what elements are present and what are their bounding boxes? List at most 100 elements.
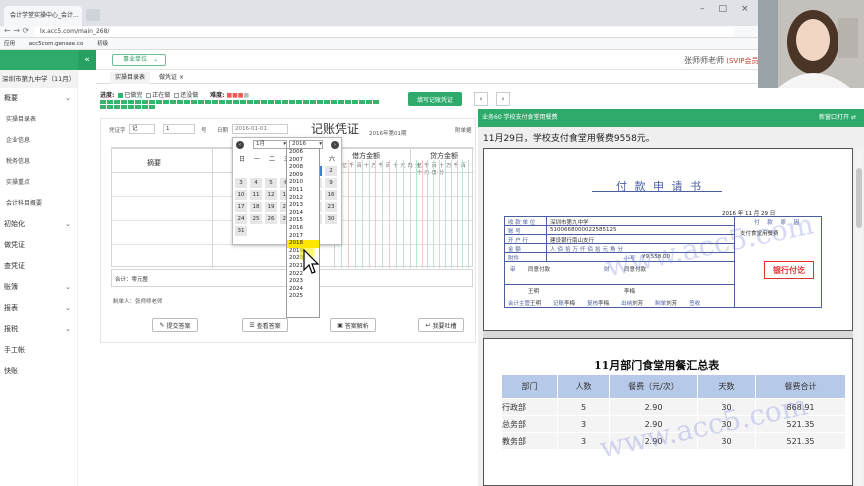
day-cell[interactable]: 9 [325,178,337,188]
browser-tab[interactable]: 会计学堂实操中心_会计... × [4,6,82,26]
year-option[interactable]: 2014 [287,210,319,218]
voucher-number-input[interactable]: 1 [163,124,195,134]
sidebar-item-reports[interactable]: 报表 ⌄ [0,298,77,319]
day-cell[interactable]: 26 [265,214,277,224]
progress-block [184,100,190,104]
progress-block [282,100,288,104]
progress-block [268,100,274,104]
day-cell[interactable]: 11 [250,190,262,200]
button-label: 查看答案 [256,322,281,330]
bookmark-item[interactable]: 应用 [4,41,15,47]
progress-block [163,100,169,104]
sidebar-item-quick-ledger[interactable]: 快账 [0,361,77,382]
answer-analysis-button[interactable]: ▣ 答案解析 [330,318,376,332]
day-cell[interactable]: 25 [250,214,262,224]
year-dropdown-list[interactable]: 2006 2007 2008 2009 2010 2011 2012 2013 2014 2015… [286,148,320,318]
prev-task-button[interactable]: ‹ [474,92,488,106]
scrollbar-thumb[interactable] [856,168,862,228]
sidebar-item-catalog[interactable]: 实操目录表 [0,109,77,130]
day-cell[interactable]: 31 [235,226,247,236]
day-cell[interactable]: 24 [235,214,247,224]
year-option[interactable]: 2006 [287,149,319,157]
unit-type-dropdown[interactable]: 事业单位 ⌄ [112,54,166,66]
year-option[interactable]: 2008 [287,164,319,172]
url-input[interactable]: lx.acc5.com/main_268/ [34,27,734,37]
sidebar-item-tax-filing[interactable]: 报税 ⌄ [0,319,77,340]
bookmark-item[interactable]: 初级 [97,41,108,47]
next-task-button[interactable]: › [496,92,510,106]
document-scrollbar[interactable] [855,148,863,486]
bank-label: 开 户 行 [508,238,528,244]
progress-block [156,100,162,104]
progress-block [128,100,134,104]
fill-voucher-button[interactable]: 填写记账凭证 [408,92,462,106]
progress-block [275,100,281,104]
year-option[interactable]: 2013 [287,202,319,210]
feedback-button[interactable]: ↩ 我要吐槽 [418,318,464,332]
next-month-icon[interactable]: › [331,141,339,149]
chevron-down-icon: ▾ [283,141,286,147]
bookmark-item[interactable]: acc5com.gensee.co [29,41,84,47]
day-cell[interactable]: 12 [265,190,277,200]
table-cell: 教务部 [501,432,558,450]
table-header-cell: 天数 [697,374,756,399]
sidebar-item-ledger[interactable]: 账簿 ⌄ [0,277,77,298]
day-cell[interactable]: 5 [265,178,277,188]
day-cell[interactable]: 17 [235,202,247,212]
date-input[interactable]: 2016-01-01 [232,124,288,134]
nav-arrows-icon[interactable]: ← → ⟳ [4,26,29,35]
day-cell[interactable]: 30 [325,214,337,224]
sidebar-item-init[interactable]: 初始化 ⌄ [0,214,77,235]
year-option[interactable]: 2015 [287,217,319,225]
chevron-down-icon: ⌄ [65,325,71,333]
day-cell[interactable]: 18 [250,202,262,212]
sidebar-item-view-voucher[interactable]: 查凭证 [0,256,77,277]
day-cell[interactable]: 10 [235,190,247,200]
year-option[interactable]: 2012 [287,195,319,203]
year-option[interactable]: 2016 [287,225,319,233]
user-info[interactable]: 张师师老师 (SVIP会员) [684,55,761,66]
sidebar-item-tax-info[interactable]: 税务信息 [0,151,77,172]
progress-block [331,100,337,104]
new-tab-button[interactable] [86,9,100,21]
year-option[interactable]: 2010 [287,179,319,187]
progress-block [359,100,365,104]
chevron-down-icon: ⌄ [65,220,71,228]
close-icon[interactable]: × [179,74,184,81]
sidebar-item-make-voucher[interactable]: 做凭证 [0,235,77,256]
day-cell[interactable]: 19 [265,202,277,212]
progress-block [198,100,204,104]
tab-catalog[interactable]: 实操目录表 [110,72,151,84]
sidebar-item-accounts[interactable]: 会计科目概要 [0,193,77,214]
tab-make-voucher[interactable]: 做凭证 × [154,72,189,84]
month-select[interactable]: 1月 ▾ [253,140,287,149]
progress-block [205,100,211,104]
voucher-word-select[interactable]: 记 [129,124,155,134]
day-cell[interactable]: 4 [250,178,262,188]
sidebar-item-manual-ledger[interactable]: 手工帐 [0,340,77,361]
signer-name: 刘芳 [666,301,678,307]
year-option[interactable]: 2009 [287,172,319,180]
sidebar-item-key-points[interactable]: 实操重点 [0,172,77,193]
day-cell[interactable]: 16 [325,190,337,200]
year-option[interactable]: 2011 [287,187,319,195]
collapse-sidebar-button[interactable]: « [78,50,96,70]
year-option[interactable]: 2007 [287,157,319,165]
grid-line [439,160,441,268]
window-controls[interactable]: –□× [700,4,763,14]
year-option[interactable]: 2023 [287,278,319,286]
view-answer-button[interactable]: ☰ 查看答案 [242,318,288,332]
day-cell[interactable]: 3 [235,178,247,188]
sidebar-item-overview[interactable]: 概要 ⌄ [0,88,77,109]
open-new-window-button[interactable]: 新窗口打开 ⇄ [819,109,856,127]
year-option[interactable]: 2025 [287,293,319,301]
year-option[interactable]: 2024 [287,286,319,294]
prev-month-icon[interactable]: ‹ [236,141,244,149]
submit-answer-button[interactable]: ✎ 提交答案 [152,318,198,332]
year-option[interactable]: 2017 [287,233,319,241]
day-cell[interactable]: 23 [325,202,337,212]
day-cell[interactable]: 2 [325,166,337,176]
year-option[interactable]: 2018 [287,240,319,248]
progress-block [191,100,197,104]
sidebar-item-company-info[interactable]: 企业信息 [0,130,77,151]
